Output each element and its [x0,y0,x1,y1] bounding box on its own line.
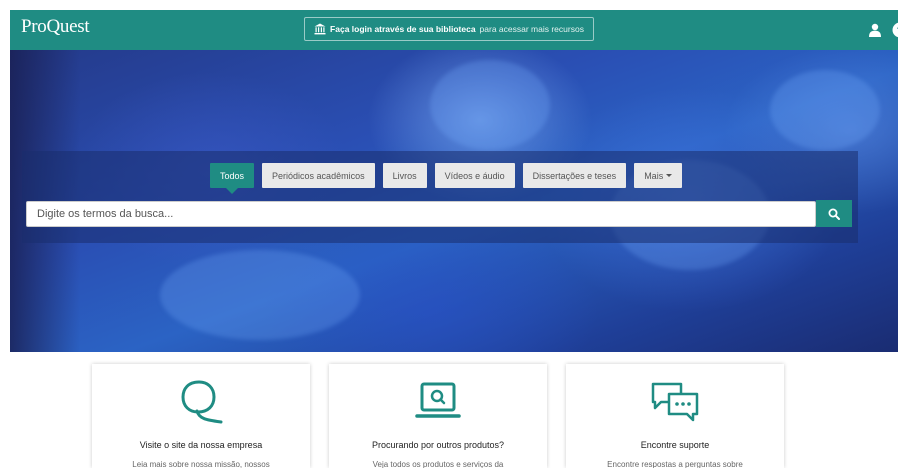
search-button[interactable] [816,200,852,227]
card-title: Visite o site da nossa empresa [139,440,263,450]
tab-todos[interactable]: Todos [210,163,255,194]
tab-mais[interactable]: Mais [634,163,683,188]
hero-decoration [430,60,550,150]
page: ProQuest Faça login através de sua bibli… [0,0,898,468]
library-login-link[interactable]: Faça login através de sua biblioteca par… [304,17,594,41]
tab-periodicos-academicos[interactable]: Periódicos acadêmicos [262,163,375,188]
login-link-bold-text: Faça login através de sua biblioteca [330,24,476,34]
search-tabs: Todos Periódicos acadêmicos Livros Vídeo… [210,163,683,194]
search-input[interactable] [26,201,816,227]
card-title: Encontre suporte [640,440,710,450]
tab-mais-label: Mais [644,170,664,181]
chat-bubbles-icon [651,382,699,422]
card-text: Encontre respostas a perguntas sobre [607,460,743,468]
company-site-card[interactable]: Visite o site da nossa empresa Leia mais… [92,364,310,468]
tab-livros[interactable]: Livros [382,163,427,188]
hero-banner: Todos Periódicos acadêmicos Livros Vídeo… [10,50,898,352]
caret-down-icon [666,174,673,177]
user-icon[interactable] [868,23,882,37]
proquest-q-icon [181,380,223,424]
bank-icon [314,23,326,35]
card-text: Veja todos os produtos e serviços da [372,460,504,468]
laptop-search-icon [415,382,461,418]
login-link-rest-text: para acessar mais recursos [479,24,584,34]
tab-dissertacoes-e-teses[interactable]: Dissertações e teses [522,163,627,188]
card-title: Procurando por outros produtos? [371,440,505,450]
hero-decoration [770,70,880,150]
proquest-logo[interactable]: ProQuest [21,16,90,38]
find-support-card[interactable]: Encontre suporte Encontre respostas a pe… [566,364,784,468]
other-products-card[interactable]: Procurando por outros produtos? Veja tod… [329,364,547,468]
help-icon[interactable]: ? [892,22,898,38]
tab-videos-e-audio[interactable]: Vídeos e áudio [434,163,515,188]
search-icon [828,208,840,220]
card-text: Leia mais sobre nossa missão, nossos [132,460,270,468]
hero-decoration [160,250,360,340]
top-bar: ProQuest Faça login através de sua bibli… [10,10,898,50]
